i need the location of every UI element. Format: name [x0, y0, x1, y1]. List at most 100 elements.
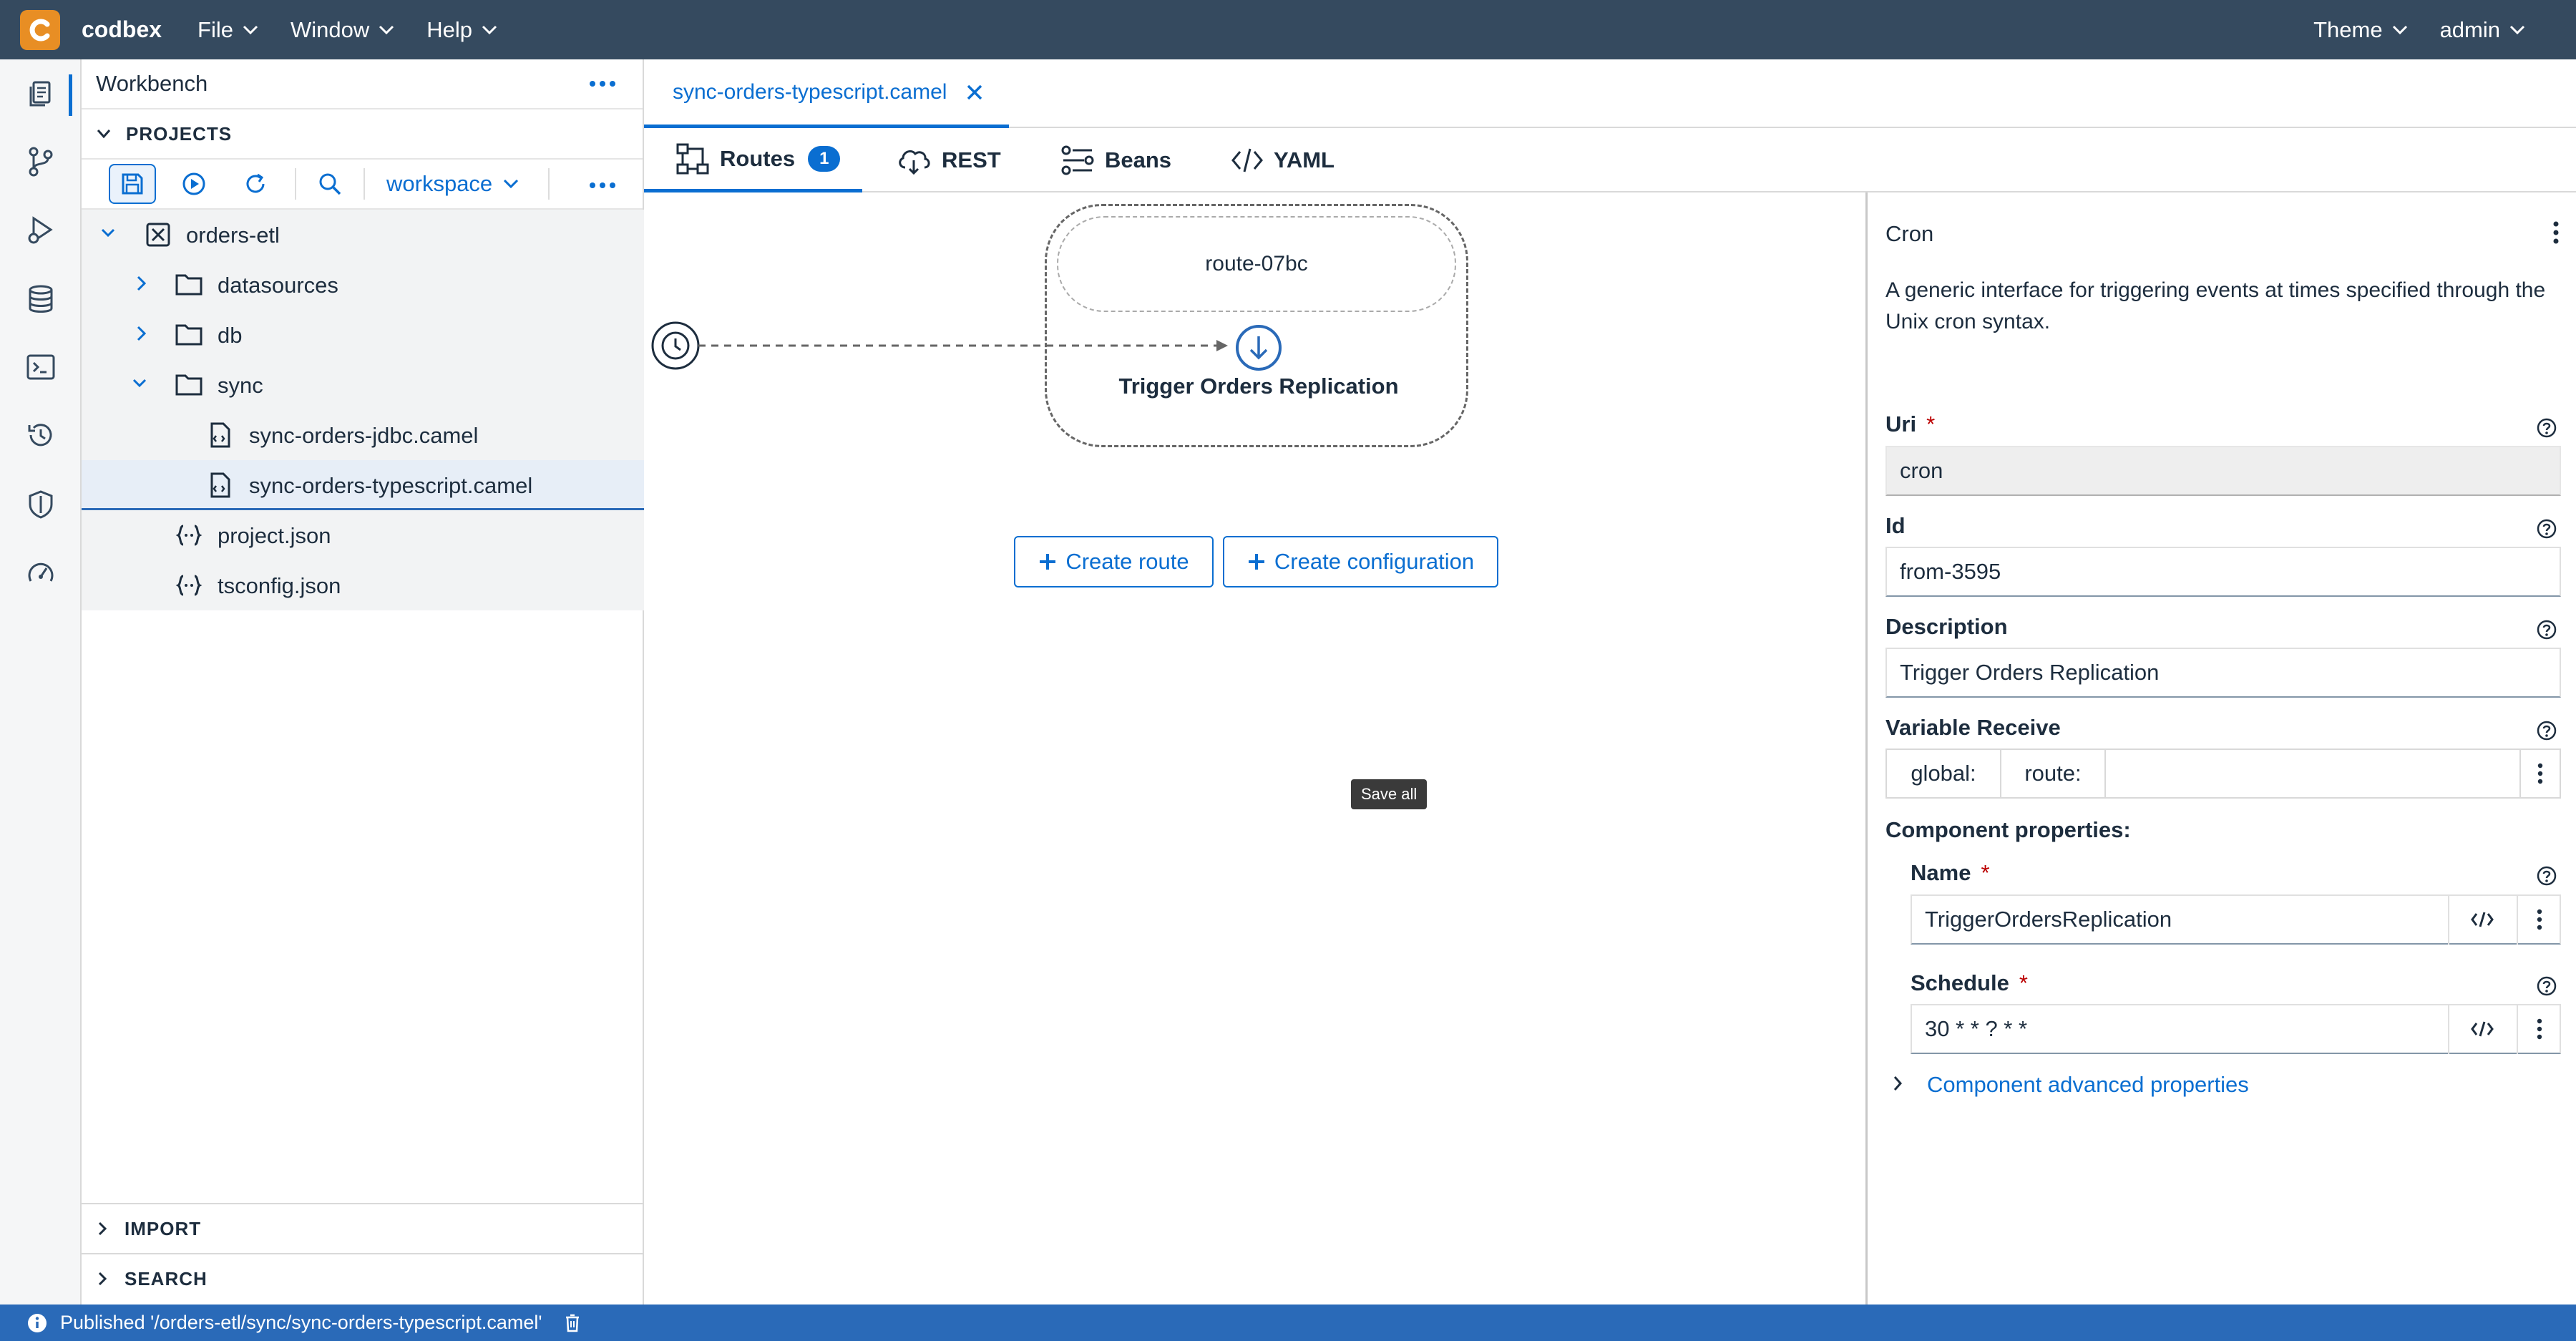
terminal-icon — [26, 354, 55, 380]
tab-beans-label: Beans — [1105, 147, 1172, 172]
cloud-rest-icon — [899, 150, 930, 175]
tree-item-file[interactable]: tsconfig.json — [82, 560, 644, 610]
help-icon[interactable] — [2536, 720, 2557, 741]
kebab-menu-icon[interactable] — [2552, 220, 2560, 245]
tree-label: tsconfig.json — [218, 573, 341, 598]
help-icon[interactable] — [2536, 975, 2557, 997]
projects-section-header[interactable]: PROJECTS — [82, 109, 643, 160]
id-field[interactable]: from-3595 — [1885, 547, 2561, 597]
play-circle-icon — [182, 172, 205, 195]
tree-item-datasources[interactable]: datasources — [82, 260, 644, 310]
menu-theme-label: Theme — [2313, 16, 2383, 42]
tree-item-file[interactable]: sync-orders-jdbc.camel — [82, 410, 644, 460]
schedule-field-menu[interactable] — [2517, 1004, 2561, 1054]
menu-window[interactable]: Window — [291, 17, 395, 43]
global-toggle[interactable]: global: — [1887, 750, 2001, 797]
variable-receive-menu[interactable] — [2519, 750, 2560, 797]
variable-receive-input[interactable] — [2106, 750, 2519, 797]
description-label: Description — [1885, 614, 2008, 639]
activity-history[interactable] — [0, 403, 82, 467]
component-title: Cron — [1885, 221, 1934, 246]
more-options-icon[interactable] — [588, 177, 617, 194]
tree-label: orders-etl — [186, 223, 280, 248]
tree-label: sync-orders-jdbc.camel — [249, 423, 479, 448]
menu-theme[interactable]: Theme — [2313, 17, 2408, 43]
required-mark: * — [2019, 970, 2028, 995]
codbex-logo-icon[interactable] — [20, 9, 60, 50]
name-field-menu[interactable] — [2517, 894, 2561, 945]
route-header[interactable]: route-07bc — [1057, 216, 1456, 312]
editor-file-tab[interactable]: sync-orders-typescript.camel — [644, 59, 1009, 128]
editor-area: sync-orders-typescript.camel Routes 1 RE… — [644, 59, 2576, 1305]
create-route-label: Create route — [1065, 549, 1189, 574]
route-canvas[interactable]: route-07bc Trigger Orders Replication Cr… — [644, 192, 1868, 1305]
activity-terminal[interactable] — [0, 335, 82, 399]
save-all-button[interactable] — [109, 164, 156, 204]
chevron-right-icon — [137, 326, 147, 341]
designer-tabs: Routes 1 REST Beans YAML — [644, 128, 2576, 192]
code-icon — [1231, 148, 1263, 172]
tab-yaml[interactable]: YAML — [1231, 128, 1335, 192]
tree-item-file-selected[interactable]: sync-orders-typescript.camel — [82, 460, 644, 510]
create-route-button[interactable]: Create route — [1014, 536, 1214, 587]
step-label: Trigger Orders Replication — [1118, 374, 1399, 399]
help-icon[interactable] — [2536, 865, 2557, 887]
trash-icon[interactable] — [564, 1313, 581, 1333]
activity-database[interactable] — [0, 267, 82, 331]
tree-item-sync[interactable]: sync — [82, 360, 644, 410]
brand-name: codbex — [82, 16, 162, 42]
menu-user[interactable]: admin — [2440, 17, 2526, 43]
tab-rest-label: REST — [942, 147, 1001, 172]
tree-item-project[interactable]: orders-etl — [82, 210, 644, 260]
properties-panel: Cron A generic interface for triggering … — [1870, 192, 2576, 1305]
tree-item-file[interactable]: project.json — [82, 510, 644, 560]
close-icon[interactable] — [965, 83, 984, 102]
workspace-select[interactable]: workspace — [386, 171, 519, 197]
uri-label-text: Uri — [1885, 411, 1917, 437]
beans-icon — [1061, 145, 1094, 175]
route-container[interactable]: route-07bc Trigger Orders Replication — [1045, 204, 1468, 447]
refresh-icon — [246, 173, 265, 193]
search-section-header[interactable]: SEARCH — [82, 1253, 644, 1303]
menu-help[interactable]: Help — [426, 17, 498, 43]
activity-run[interactable] — [0, 198, 82, 262]
menu-file[interactable]: File — [197, 17, 259, 43]
step-node-arrow-down-icon[interactable] — [1234, 323, 1283, 372]
publish-button[interactable] — [170, 164, 218, 204]
name-expression-toggle[interactable] — [2448, 894, 2515, 945]
import-section-header[interactable]: IMPORT — [82, 1203, 644, 1253]
description-field[interactable]: Trigger Orders Replication — [1885, 648, 2561, 698]
tree-item-db[interactable]: db — [82, 310, 644, 360]
create-configuration-button[interactable]: Create configuration — [1223, 536, 1498, 587]
help-icon[interactable] — [2536, 619, 2557, 640]
chevron-down-icon — [482, 25, 497, 34]
save-icon — [122, 173, 143, 195]
kebab-menu-icon — [2537, 1018, 2542, 1040]
chevron-right-icon[interactable] — [1891, 1074, 1904, 1093]
component-advanced-properties-link[interactable]: Component advanced properties — [1927, 1072, 2249, 1098]
uri-label: Uri * — [1885, 411, 1935, 437]
search-button[interactable] — [306, 164, 353, 204]
tree-label: sync — [218, 373, 263, 398]
activity-git[interactable] — [0, 130, 82, 194]
activity-security[interactable] — [0, 472, 82, 537]
name-label-text: Name — [1911, 860, 1971, 885]
folder-icon — [175, 374, 203, 396]
more-options-icon[interactable] — [588, 75, 617, 92]
refresh-button[interactable] — [232, 164, 279, 204]
help-icon[interactable] — [2536, 417, 2557, 439]
kebab-menu-icon — [2537, 909, 2542, 930]
tab-routes[interactable]: Routes 1 — [644, 128, 862, 192]
tab-rest[interactable]: REST — [896, 128, 1001, 192]
menu-window-label: Window — [290, 16, 370, 42]
tree-label: sync-orders-typescript.camel — [249, 473, 533, 498]
schedule-expression-toggle[interactable] — [2448, 1004, 2515, 1054]
uri-field[interactable]: cron — [1885, 446, 2561, 496]
activity-monitor[interactable] — [0, 540, 82, 605]
projects-toolbar: workspace — [82, 160, 643, 210]
activity-workbench[interactable] — [0, 62, 82, 126]
explorer-title: Workbench — [96, 71, 208, 96]
tab-beans[interactable]: Beans — [1060, 128, 1171, 192]
help-icon[interactable] — [2536, 518, 2557, 540]
route-toggle[interactable]: route: — [2001, 750, 2106, 797]
